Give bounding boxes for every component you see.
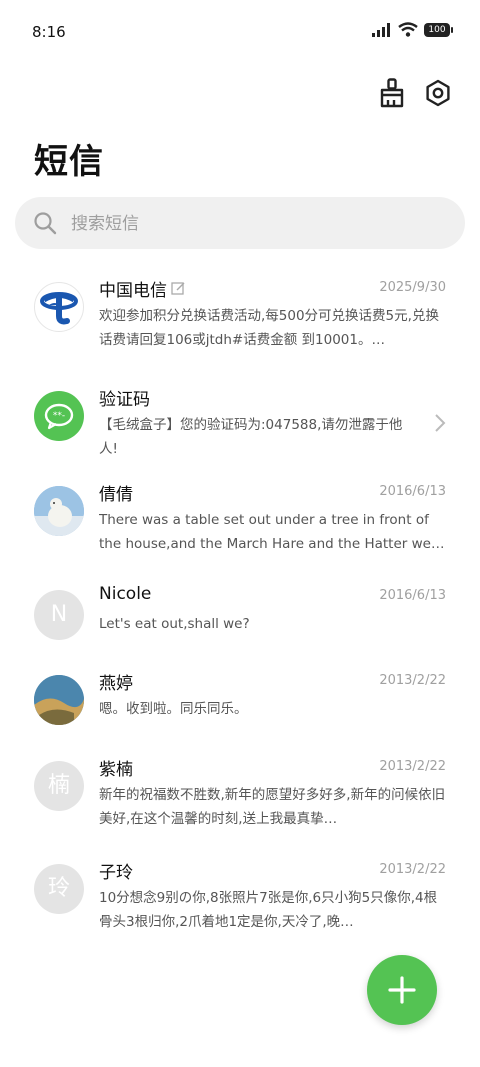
status-icons: 100 [372, 22, 453, 37]
conversation-row[interactable]: 中国电信 2025/9/30 欢迎参加积分兑换话费活动,每500分可兑换话费5元… [0, 280, 480, 370]
message-date: 2025/9/30 [379, 280, 446, 295]
avatar: 玲 [34, 864, 84, 914]
search-input[interactable] [69, 197, 443, 251]
signal-icon [372, 22, 390, 37]
china-telecom-logo-icon [40, 292, 78, 325]
conversation-row[interactable]: 楠 紫楠 2013/2/22 新年的祝福数不胜数,新年的愿望好多好多,新年的问候… [0, 759, 480, 849]
status-time: 8:16 [32, 23, 66, 41]
polar-bear-photo-icon [34, 486, 84, 536]
message-date: 2013/2/22 [379, 862, 446, 877]
avatar: N [34, 590, 84, 640]
contact-name: 燕婷 [99, 674, 133, 694]
avatar: **- [34, 391, 84, 441]
landscape-photo-icon [34, 675, 84, 725]
gear-icon [426, 79, 450, 107]
chevron-right-icon [435, 414, 446, 432]
status-bar: 8:16 100 [0, 0, 480, 66]
contact-name: 子玲 [99, 863, 133, 883]
contact-name: 紫楠 [99, 760, 133, 780]
avatar: 楠 [34, 761, 84, 811]
contact-name: 倩倩 [99, 485, 133, 505]
search-bar[interactable] [15, 197, 465, 251]
plus-icon [388, 976, 416, 1004]
wifi-icon [398, 22, 418, 37]
edit-draft-icon [171, 282, 185, 295]
contact-name: 验证码 [99, 390, 150, 410]
brush-icon [380, 78, 404, 108]
message-date: 2013/2/22 [379, 759, 446, 774]
new-message-button[interactable] [367, 955, 437, 1025]
battery-icon: 100 [424, 22, 453, 37]
conversation-row[interactable]: N Nicole 2016/6/13 Let's eat out,shall w… [0, 584, 480, 678]
message-date: 2013/2/22 [379, 673, 446, 688]
page-title: 短信 [34, 142, 104, 182]
svg-text:**-: **- [53, 411, 65, 421]
conversation-row[interactable]: 倩倩 2016/6/13 There was a table set out u… [0, 484, 480, 574]
conversation-row[interactable]: 燕婷 2013/2/22 嗯。收到啦。同乐同乐。 [0, 673, 480, 763]
top-actions [378, 78, 452, 108]
conversation-row[interactable]: **- 验证码 【毛绒盒子】您的验证码为:047588,请勿泄露于他人! [0, 390, 480, 479]
conversation-row[interactable]: 玲 子玲 2013/2/22 10分想念9别の你,8张照片7张是你,6只小狗5只… [0, 862, 480, 952]
message-snippet: 新年的祝福数不胜数,新年的愿望好多好多,新年的问候依旧美好,在这个温馨的时刻,送… [99, 787, 446, 827]
avatar [34, 675, 84, 725]
message-snippet: 欢迎参加积分兑换话费活动,每500分可兑换话费5元,兑换话费请回复106或jtd… [99, 308, 439, 348]
search-icon [34, 212, 57, 235]
contact-name: Nicole [99, 584, 152, 604]
message-bubble-icon: **- [44, 403, 74, 430]
clean-brush-button[interactable] [378, 78, 406, 108]
message-date: 2016/6/13 [379, 484, 446, 499]
avatar [34, 486, 84, 536]
avatar [34, 282, 84, 332]
message-snippet: 【毛绒盒子】您的验证码为:047588,请勿泄露于他人! [99, 417, 403, 457]
message-date: 2016/6/13 [379, 588, 446, 603]
message-snippet: 10分想念9别の你,8张照片7张是你,6只小狗5只像你,4根骨头3根归你,2爪着… [99, 890, 438, 930]
contact-name: 中国电信 [99, 276, 186, 301]
settings-button[interactable] [424, 78, 452, 108]
message-snippet: 嗯。收到啦。同乐同乐。 [99, 701, 248, 717]
message-snippet: Let's eat out,shall we? [99, 616, 250, 632]
message-snippet: There was a table set out under a tree i… [99, 512, 445, 552]
